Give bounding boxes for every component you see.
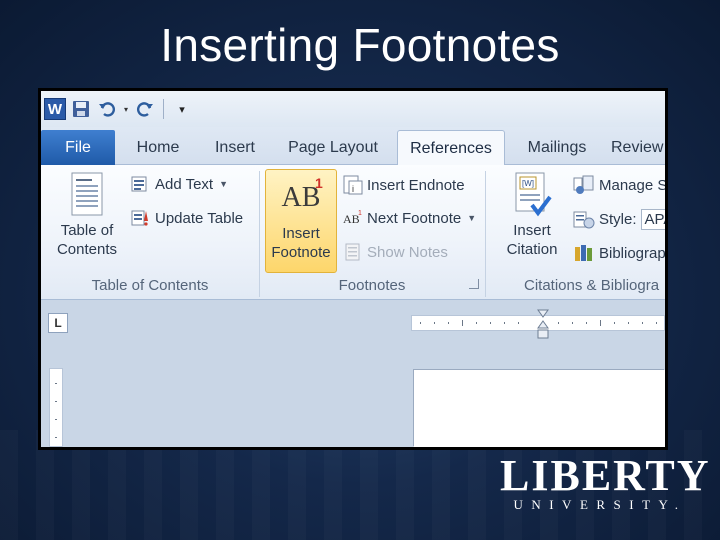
manage-sources-icon (573, 175, 594, 194)
insert-endnote-label: Insert Endnote (367, 176, 465, 194)
insert-citation-button[interactable]: [W] Insert Citation (493, 171, 571, 271)
tab-insert[interactable]: Insert (201, 130, 269, 165)
insert-citation-icon: [W] (515, 172, 552, 217)
svg-text:[W]: [W] (522, 179, 534, 188)
show-notes-icon (345, 243, 360, 261)
tab-review[interactable]: Review (611, 130, 665, 165)
insert-footnote-icon: AB 1 (271, 170, 331, 224)
word-app-icon[interactable]: W (44, 98, 66, 120)
next-footnote-button[interactable]: AB 1 Next Footnote ▼ (343, 209, 476, 227)
style-label: Style: (599, 211, 637, 228)
vertical-ruler-ticks (55, 383, 57, 438)
manage-sources-button[interactable]: Manage S (573, 175, 665, 195)
svg-text:1: 1 (358, 210, 362, 217)
table-of-contents-label: Table of Contents (56, 222, 118, 258)
tab-home[interactable]: Home (121, 130, 195, 165)
footnotes-group-label: Footnotes (338, 276, 406, 294)
vertical-ruler[interactable] (49, 368, 63, 447)
toc-group-label: Table of Contents (91, 276, 209, 294)
update-table-button[interactable]: Update Table (131, 209, 243, 227)
indent-marker-handle[interactable] (537, 309, 549, 341)
style-icon (573, 211, 595, 228)
table-of-contents-icon (71, 172, 103, 216)
manage-sources-label: Manage S (599, 176, 665, 194)
quick-access-toolbar: W ▾ ▾ (41, 91, 665, 127)
document-page[interactable] (414, 370, 665, 447)
save-icon[interactable] (70, 98, 92, 120)
svg-text:i: i (352, 184, 354, 194)
liberty-logo-wordmark: LIBERTY (500, 451, 711, 500)
references-ribbon: Table of Contents Add Text ▼ Update Tabl… (41, 165, 665, 300)
insert-footnote-button[interactable]: AB 1 Insert Footnote (265, 169, 337, 273)
add-text-label: Add Text (155, 175, 214, 193)
word-window: W ▾ ▾ File Home Insert Page Layout Refer… (41, 91, 665, 447)
footnotes-dialog-launcher-icon[interactable] (469, 279, 479, 289)
next-footnote-label: Next Footnote (367, 209, 462, 227)
tab-page-layout[interactable]: Page Layout (277, 130, 389, 165)
style-selector[interactable]: Style: APA (573, 209, 665, 230)
tab-mailings[interactable]: Mailings (513, 130, 601, 165)
update-table-label: Update Table (155, 209, 244, 227)
bibliography-button[interactable]: Bibliograp (573, 243, 665, 263)
tab-file[interactable]: File (41, 130, 115, 165)
redo-icon[interactable] (134, 98, 156, 120)
add-text-button[interactable]: Add Text ▼ (131, 175, 228, 193)
next-footnote-icon: AB1 (343, 210, 362, 226)
chevron-down-icon: ▼ (467, 213, 477, 223)
tab-references[interactable]: References (397, 130, 505, 166)
liberty-logo-subtitle: UNIVERSITY. (513, 497, 687, 512)
superscript-one: 1 (315, 175, 323, 191)
insert-endnote-button[interactable]: i Insert Endnote (343, 175, 465, 195)
tab-stop-selector[interactable]: L (48, 313, 68, 333)
bibliography-label: Bibliograp (599, 244, 665, 262)
bibliography-icon (575, 245, 592, 261)
customize-qat-icon[interactable]: ▾ (171, 98, 193, 120)
show-notes-label: Show Notes (367, 243, 448, 261)
qat-separator (163, 99, 164, 119)
insert-citation-label: Insert Citation (506, 222, 558, 258)
update-table-icon (131, 210, 148, 226)
word-screenshot: W ▾ ▾ File Home Insert Page Layout Refer… (38, 88, 668, 450)
undo-dropdown-icon[interactable]: ▾ (122, 98, 130, 120)
add-text-icon (131, 176, 147, 192)
slide-title: Inserting Footnotes (160, 19, 560, 71)
citations-group-label: Citations & Bibliogra (524, 276, 660, 294)
insert-footnote-label: Insert Footnote (271, 225, 331, 261)
ribbon-tabs: File Home Insert Page Layout References … (41, 127, 665, 166)
show-notes-button[interactable]: Show Notes (343, 243, 448, 261)
undo-icon[interactable] (96, 98, 118, 120)
insert-endnote-icon: i (343, 175, 363, 195)
chevron-down-icon: ▼ (219, 179, 229, 189)
style-value-input[interactable]: APA (640, 209, 665, 230)
table-of-contents-button[interactable]: Table of Contents (47, 171, 127, 271)
